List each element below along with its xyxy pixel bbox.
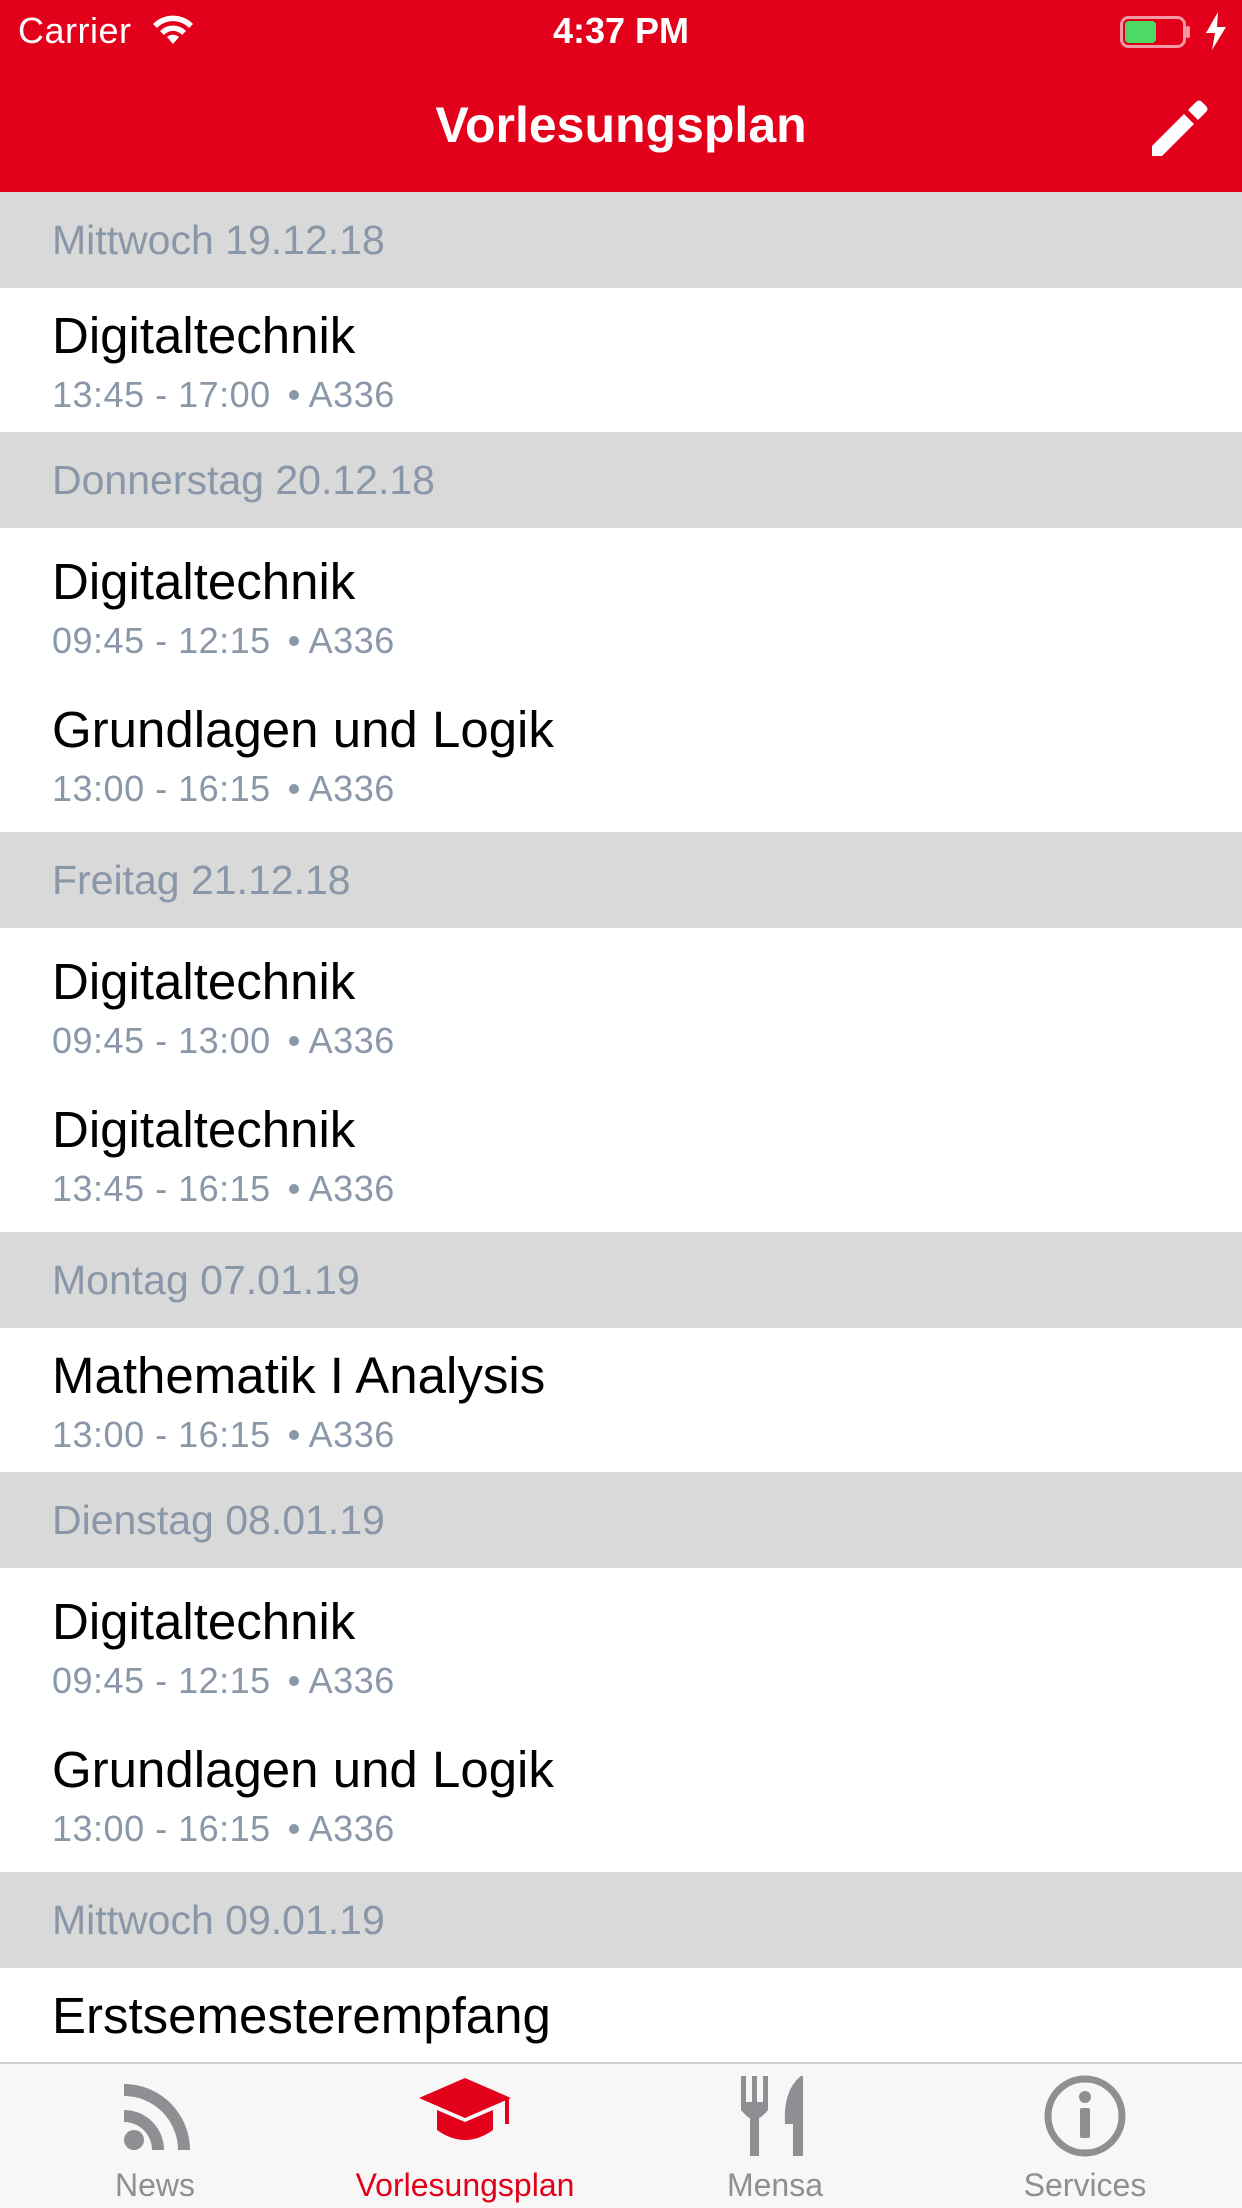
lecture-meta: 13:00 - 16:15 A336 [52, 768, 395, 810]
pencil-icon[interactable] [1146, 96, 1212, 162]
lecture-time: 13:00 - 16:15 [52, 1808, 271, 1849]
lecture-row[interactable]: Mathematik I Analysis 13:00 - 16:15 A336 [0, 1328, 1242, 1472]
lecture-row[interactable]: Digitaltechnik 13:45 - 16:15 A336 [0, 1080, 1242, 1232]
lecture-room: A336 [308, 1808, 395, 1849]
lecture-time: 13:45 - 17:00 [52, 374, 271, 415]
lecture-room: A336 [308, 374, 395, 415]
separator-dot [288, 783, 299, 794]
lecture-room: A336 [308, 1020, 395, 1061]
graduation-cap-icon [419, 2078, 511, 2140]
lecture-room: A336 [308, 768, 395, 809]
charging-bolt-icon [1206, 12, 1226, 50]
lecture-time: 09:45 - 12:15 [52, 620, 271, 661]
lecture-row[interactable]: Digitaltechnik 13:45 - 17:00 A336 [0, 288, 1242, 432]
section-header-date: Montag 07.01.19 [0, 1232, 1242, 1328]
page-title: Vorlesungsplan [435, 97, 807, 153]
lecture-meta: 13:45 - 17:00 A336 [52, 374, 395, 416]
lecture-time: 13:45 - 16:15 [52, 1168, 271, 1209]
tab-bar: News Vorlesungsplan Mensa Services [0, 2062, 1242, 2208]
lecture-row[interactable]: Grundlagen und Logik 13:00 - 16:15 A336 [0, 680, 1242, 832]
separator-dot [288, 1675, 299, 1686]
tab-mensa[interactable]: Mensa [620, 2064, 930, 2208]
lecture-time: 13:00 - 16:15 [52, 768, 271, 809]
fork-knife-icon [741, 2076, 803, 2156]
lecture-room: A336 [308, 1414, 395, 1455]
lecture-meta: 13:00 - 16:15 A336 [52, 1808, 395, 1850]
lecture-meta: 09:45 - 12:15 A336 [52, 620, 395, 662]
tab-label: Services [1023, 2167, 1147, 2203]
status-bar: Carrier 4:37 PM [0, 0, 1242, 64]
lecture-title: Digitaltechnik [52, 953, 356, 1010]
lecture-time: 13:00 - 16:15 [52, 1414, 271, 1455]
tab-news[interactable]: News [0, 2064, 310, 2208]
lecture-time: 09:45 - 13:00 [52, 1020, 271, 1061]
lecture-time: 09:45 - 12:15 [52, 1660, 271, 1701]
lecture-title: Digitaltechnik [52, 307, 356, 364]
rss-icon [124, 2084, 190, 2150]
tab-services[interactable]: Services [930, 2064, 1240, 2208]
lecture-row[interactable]: Digitaltechnik 09:45 - 13:00 A336 [0, 928, 1242, 1080]
lecture-room: A336 [308, 620, 395, 661]
lecture-title: Digitaltechnik [52, 553, 356, 610]
lecture-row[interactable]: Erstsemesterempfang [0, 1968, 1242, 2062]
lecture-row[interactable]: Digitaltechnik 09:45 - 12:15 A336 [0, 1568, 1242, 1720]
status-time: 4:37 PM [552, 10, 690, 51]
tab-label: News [114, 2167, 195, 2203]
navigation-bar: Carrier 4:37 PM Vorlesungsplan [0, 0, 1242, 192]
lecture-room: A336 [308, 1660, 395, 1701]
lecture-row[interactable]: Grundlagen und Logik 13:00 - 16:15 A336 [0, 1720, 1242, 1872]
section-header-date: Mittwoch 19.12.18 [0, 192, 1242, 288]
lecture-title: Grundlagen und Logik [52, 1741, 554, 1798]
info-icon [1044, 2075, 1126, 2157]
separator-dot [288, 635, 299, 646]
section-header-date: Dienstag 08.01.19 [0, 1472, 1242, 1568]
lecture-meta: 09:45 - 13:00 A336 [52, 1020, 395, 1062]
tab-label: Vorlesungsplan [355, 2167, 575, 2203]
lecture-room: A336 [308, 1168, 395, 1209]
section-header-date: Donnerstag 20.12.18 [0, 432, 1242, 528]
lecture-meta: 13:00 - 16:15 A336 [52, 1414, 395, 1456]
separator-dot [288, 389, 299, 400]
lecture-title: Mathematik I Analysis [52, 1347, 546, 1404]
section-header-date: Freitag 21.12.18 [0, 832, 1242, 928]
lecture-meta: 09:45 - 12:15 A336 [52, 1660, 395, 1702]
separator-dot [288, 1183, 299, 1194]
section-header-date: Mittwoch 09.01.19 [0, 1872, 1242, 1968]
separator-dot [288, 1035, 299, 1046]
separator-dot [288, 1823, 299, 1834]
battery-icon [1120, 16, 1190, 48]
tab-label: Mensa [726, 2167, 824, 2203]
lecture-meta: 13:45 - 16:15 A336 [52, 1168, 395, 1210]
lecture-title: Digitaltechnik [52, 1593, 356, 1650]
tab-vorlesungsplan[interactable]: Vorlesungsplan [310, 2064, 620, 2208]
lecture-title: Digitaltechnik [52, 1101, 356, 1158]
lecture-title: Grundlagen und Logik [52, 701, 554, 758]
schedule-list[interactable]: Mittwoch 19.12.18 Digitaltechnik 13:45 - 1… [0, 192, 1242, 2062]
separator-dot [288, 1429, 299, 1440]
lecture-row[interactable]: Digitaltechnik 09:45 - 12:15 A336 [0, 528, 1242, 680]
lecture-title: Erstsemesterempfang [52, 1987, 551, 2044]
